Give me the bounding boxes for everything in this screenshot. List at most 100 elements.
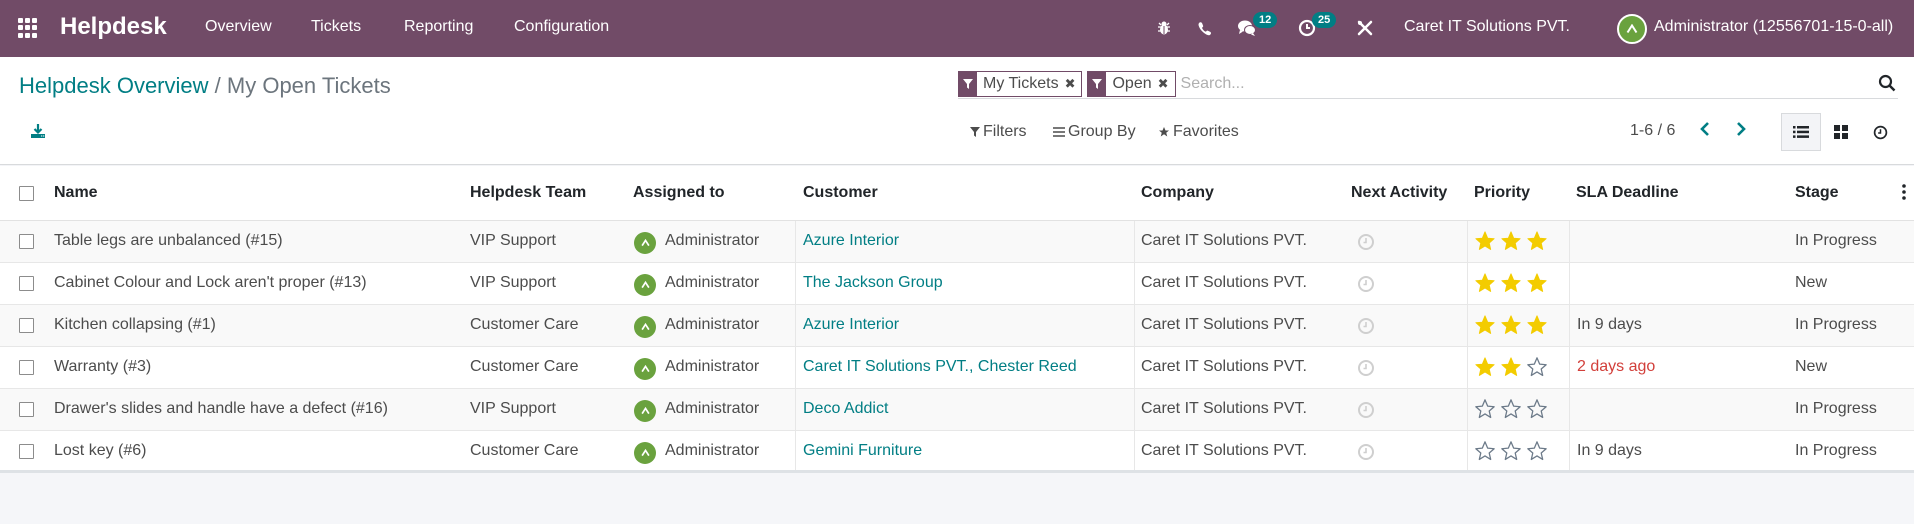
customer-link[interactable]: Azure Interior [803,232,899,250]
priority-stars[interactable] [1474,314,1548,336]
helpdesk-team: VIP Support [470,400,556,417]
select-all-checkbox[interactable] [19,186,34,201]
col-stage[interactable]: Stage [1795,184,1839,202]
facet-open: Open ✖ [1087,70,1176,97]
star-empty-icon[interactable] [1474,398,1496,420]
table-row[interactable]: Table legs are unbalanced (#15) VIP Supp… [0,221,1914,263]
column-divider [1569,347,1570,388]
star-filled-icon[interactable] [1526,272,1548,294]
col-priority[interactable]: Priority [1474,184,1530,202]
col-customer[interactable]: Customer [803,184,878,202]
star-empty-icon[interactable] [1500,440,1522,462]
col-helpdesk-team[interactable]: Helpdesk Team [470,184,586,202]
star-filled-icon[interactable] [1500,230,1522,252]
filters-button[interactable]: Filters [970,123,1027,141]
breadcrumb-parent[interactable]: Helpdesk Overview [19,73,209,98]
customer-link[interactable]: The Jackson Group [803,274,943,292]
star-filled-icon[interactable] [1500,314,1522,336]
ticket-name: Lost key (#6) [54,442,147,459]
row-checkbox[interactable] [19,360,34,375]
col-next-activity[interactable]: Next Activity [1351,184,1447,202]
customer-link[interactable]: Deco Addict [803,400,888,418]
list-view-button[interactable] [1781,113,1821,151]
company: Caret IT Solutions PVT. [1141,316,1307,333]
star-empty-icon[interactable] [1500,398,1522,420]
star-filled-icon[interactable] [1500,356,1522,378]
star-filled-icon[interactable] [1526,230,1548,252]
pager-previous-icon[interactable] [1698,121,1718,141]
search-input[interactable] [1180,74,1781,93]
stage: In Progress [1795,400,1877,417]
menu-configuration[interactable]: Configuration [514,18,609,36]
customer-link[interactable]: Azure Interior [803,316,899,334]
column-divider [1134,431,1135,470]
phone-icon[interactable] [1193,17,1215,39]
star-filled-icon[interactable] [1474,356,1496,378]
search-icon[interactable] [1878,74,1898,94]
row-checkbox[interactable] [19,234,34,249]
optional-columns-icon[interactable] [1902,184,1908,202]
row-checkbox[interactable] [19,318,34,333]
user-menu[interactable]: Administrator (12556701-15-0-all) [1654,18,1893,36]
priority-stars[interactable] [1474,272,1548,294]
activity-clock-icon[interactable] [1357,233,1375,251]
app-brand[interactable]: Helpdesk [60,13,167,41]
table-row[interactable]: Drawer's slides and handle have a defect… [0,389,1914,431]
activity-clock-icon[interactable] [1357,443,1375,461]
row-checkbox[interactable] [19,444,34,459]
star-filled-icon[interactable] [1474,272,1496,294]
activity-clock-icon[interactable] [1357,401,1375,419]
priority-stars[interactable] [1474,398,1548,420]
star-filled-icon[interactable] [1526,314,1548,336]
kanban-view-icon [1834,125,1848,139]
table-row[interactable]: Kitchen collapsing (#1) Customer Care Ad… [0,305,1914,347]
priority-stars[interactable] [1474,440,1548,462]
star-filled-icon[interactable] [1474,314,1496,336]
activity-view-button[interactable] [1860,113,1900,151]
table-row[interactable]: Warranty (#3) Customer Care Administrato… [0,347,1914,389]
company-switcher[interactable]: Caret IT Solutions PVT. [1404,18,1570,36]
row-checkbox[interactable] [19,402,34,417]
breadcrumb-separator: / [214,73,221,98]
kanban-view-button[interactable] [1821,113,1861,151]
apps-menu-icon[interactable] [18,18,38,38]
assigned-to: Administrator [665,274,760,291]
table-row[interactable]: Cabinet Colour and Lock aren't proper (#… [0,263,1914,305]
company: Caret IT Solutions PVT. [1141,358,1307,375]
col-name[interactable]: Name [54,184,98,202]
row-checkbox[interactable] [19,276,34,291]
facet-remove-icon[interactable]: ✖ [1158,72,1175,96]
download-icon[interactable] [30,123,48,141]
col-company[interactable]: Company [1141,184,1214,202]
tools-icon[interactable] [1354,17,1376,39]
customer-link[interactable]: Gemini Furniture [803,442,922,460]
pager-next-icon[interactable] [1734,121,1754,141]
activity-clock-icon[interactable] [1357,317,1375,335]
favorites-button[interactable]: Favorites [1158,123,1239,141]
menu-reporting[interactable]: Reporting [404,18,473,36]
menu-overview[interactable]: Overview [205,18,272,36]
priority-stars[interactable] [1474,230,1548,252]
facet-remove-icon[interactable]: ✖ [1065,72,1082,96]
star-empty-icon[interactable] [1474,440,1496,462]
user-avatar[interactable] [1617,14,1647,44]
group-by-button[interactable]: Group By [1053,123,1136,141]
filter-icon [1088,71,1107,96]
star-filled-icon[interactable] [1474,230,1496,252]
breadcrumb-current: My Open Tickets [226,73,391,98]
star-empty-icon[interactable] [1526,356,1548,378]
col-sla-deadline[interactable]: SLA Deadline [1576,184,1679,202]
star-empty-icon[interactable] [1526,398,1548,420]
activity-clock-icon[interactable] [1357,275,1375,293]
pager-value[interactable]: 1-6 / 6 [1630,122,1675,140]
assignee-avatar [634,316,656,338]
star-empty-icon[interactable] [1526,440,1548,462]
priority-stars[interactable] [1474,356,1548,378]
star-filled-icon[interactable] [1500,272,1522,294]
table-row[interactable]: Lost key (#6) Customer Care Administrato… [0,431,1914,473]
menu-tickets[interactable]: Tickets [311,18,361,36]
bug-icon[interactable] [1153,17,1175,39]
customer-link[interactable]: Caret IT Solutions PVT., Chester Reed [803,358,1077,376]
activity-clock-icon[interactable] [1357,359,1375,377]
col-assigned-to[interactable]: Assigned to [633,184,725,202]
